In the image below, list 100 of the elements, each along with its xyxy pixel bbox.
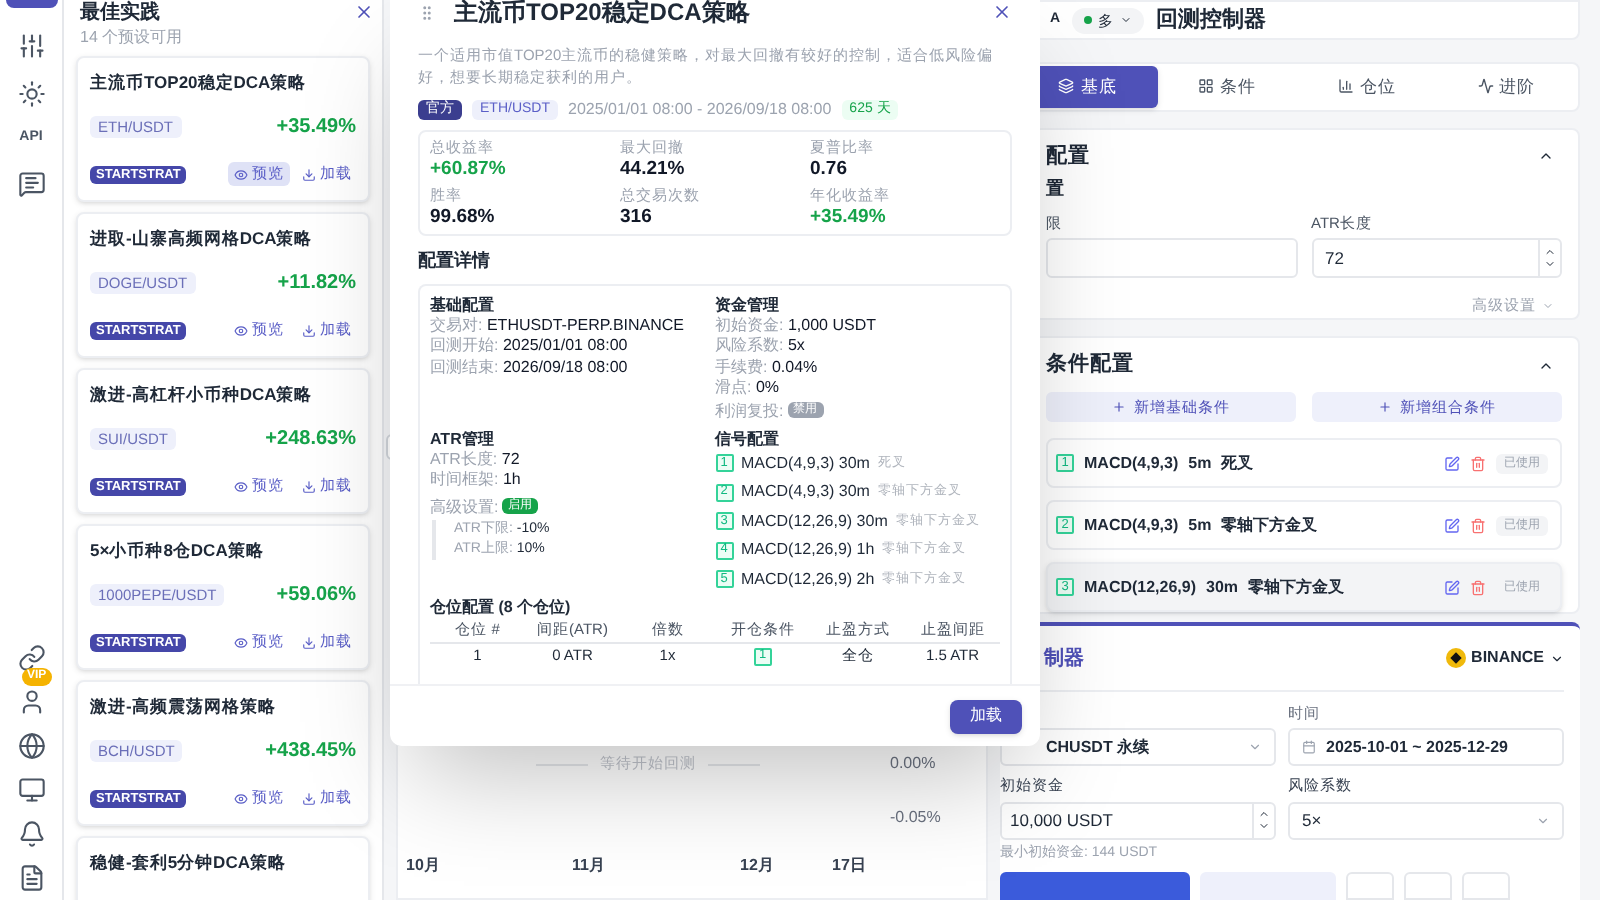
section-title: 配置详情 xyxy=(418,248,492,274)
download-icon xyxy=(302,323,316,337)
bell-icon[interactable] xyxy=(17,820,45,848)
config-row-text: ATR长度: 72 xyxy=(430,449,522,470)
increment-icon[interactable] xyxy=(1258,808,1270,820)
download-icon xyxy=(302,791,316,805)
drawer-title: 最佳实践 xyxy=(80,0,160,26)
chevron-down-icon xyxy=(1536,813,1550,827)
signal-text: MACD(12,26,9) 1h xyxy=(741,538,875,563)
message-icon[interactable] xyxy=(17,169,45,197)
edit-icon[interactable] xyxy=(1444,517,1460,533)
signal-text: MACD(4,9,3) 30m xyxy=(741,480,870,505)
globe-icon[interactable] xyxy=(17,732,45,760)
link-icon[interactable] xyxy=(17,644,45,672)
download-icon xyxy=(302,167,316,181)
drag-handle-icon[interactable] xyxy=(418,3,436,21)
card-title: 制器 xyxy=(1044,645,1084,673)
return-value: +11.82% xyxy=(277,270,356,298)
strategy-card[interactable]: 稳健-套利5分钟DCA策略 xyxy=(76,836,370,900)
signal-text: MACD(4,9,3) 30m xyxy=(741,451,870,476)
load-button[interactable]: 加载 xyxy=(950,699,1022,733)
trash-icon[interactable] xyxy=(1470,579,1486,595)
config-label: 高级设置: xyxy=(430,495,499,517)
eye-icon xyxy=(234,323,248,337)
eye-icon xyxy=(234,635,248,649)
condition-indicator: MACD(4,9,3) xyxy=(1084,513,1179,537)
download-icon xyxy=(302,479,316,493)
document-icon[interactable] xyxy=(17,864,45,892)
config-row-text: 回测结束: 2026/09/18 08:00 xyxy=(430,357,630,378)
x-axis-label: 11月 xyxy=(572,854,607,878)
date-range: 2025/01/01 08:00 - 2026/09/18 08:00 xyxy=(568,98,832,122)
strategy-title: 5×小币种8仓DCA策略 xyxy=(90,540,266,560)
number-field[interactable]: 10,000 USDT xyxy=(1000,801,1276,839)
trash-icon[interactable] xyxy=(1470,517,1486,533)
return-value: +248.63% xyxy=(265,426,356,454)
config-row-text: 初始资金: 1,000 USDT xyxy=(715,315,878,336)
stat-value: 0.76 xyxy=(810,158,849,182)
line-chart-icon xyxy=(1477,78,1494,95)
return-value: +59.06% xyxy=(276,582,356,610)
config-row-text: 滑点: 0% xyxy=(715,378,782,399)
layers-icon xyxy=(1058,78,1075,95)
config-row-text: 风险系数: 5x xyxy=(715,336,807,357)
x-axis-label: 17日 xyxy=(832,854,868,878)
exchange-select[interactable]: BINANCE xyxy=(1445,646,1564,670)
date-range-field[interactable]: 2025-10-01 ~ 2025-12-29 xyxy=(1288,728,1564,767)
signal-text: MACD(12,26,9) 30m xyxy=(741,509,888,534)
y-axis-label: -0.05% xyxy=(890,806,943,830)
number-field[interactable]: 72 xyxy=(1311,238,1562,279)
tab[interactable]: 条件 xyxy=(1157,66,1297,108)
bar-chart-icon xyxy=(1337,78,1354,95)
monitor-icon[interactable] xyxy=(17,776,45,804)
condition-indicator: MACD(4,9,3) xyxy=(1084,451,1179,475)
trash-icon[interactable] xyxy=(1470,455,1486,471)
strategy-title: 稳健-套利5分钟DCA策略 xyxy=(90,852,288,872)
edit-icon[interactable] xyxy=(1444,455,1460,471)
user-icon[interactable] xyxy=(17,688,45,716)
close-icon[interactable] xyxy=(354,2,374,22)
download-icon xyxy=(302,635,316,649)
chevron-down-icon xyxy=(1120,14,1133,27)
card-subtitle: 置 xyxy=(1046,176,1066,203)
condition-signal: 死叉 xyxy=(1221,451,1254,475)
group-title: 仓位配置 (8 个仓位) xyxy=(430,596,573,618)
y-axis-label: 0.00% xyxy=(890,752,938,776)
condition-signal: 零轴下方金叉 xyxy=(1248,575,1345,599)
eye-icon xyxy=(234,791,248,805)
chevron-down-icon xyxy=(1542,299,1554,312)
sun-icon[interactable] xyxy=(17,80,45,108)
chevron-down-icon xyxy=(1550,651,1564,665)
condition-timeframe: 5m xyxy=(1188,451,1212,475)
return-value: +35.49% xyxy=(276,114,356,142)
tab[interactable]: 进阶 xyxy=(1436,66,1576,108)
active-indicator xyxy=(5,0,57,8)
config-row-text: 时间框架: 1h xyxy=(430,470,523,491)
close-icon[interactable] xyxy=(992,2,1012,22)
input-field[interactable] xyxy=(1046,238,1297,279)
config-label: 利润复投: xyxy=(715,399,784,421)
chevron-down-icon xyxy=(1248,740,1262,755)
edit-icon[interactable] xyxy=(1444,579,1460,595)
return-value: +438.45% xyxy=(265,738,356,766)
tab[interactable]: 仓位 xyxy=(1297,66,1437,108)
stat-value: +35.49% xyxy=(810,206,888,230)
calendar-icon xyxy=(1302,740,1316,755)
plus-icon xyxy=(1378,400,1392,414)
stat-value: 316 xyxy=(620,206,654,230)
stat-value: 99.68% xyxy=(430,206,497,230)
increment-icon[interactable] xyxy=(1544,246,1556,259)
group-title: 信号配置 xyxy=(715,427,781,449)
risk-select[interactable]: 5× xyxy=(1288,801,1564,839)
decrement-icon[interactable] xyxy=(1258,820,1270,832)
group-title: ATR管理 xyxy=(430,427,496,449)
group-title: 资金管理 xyxy=(715,293,781,315)
config-row-text: 交易对: ETHUSDT-PERP.BINANCE xyxy=(430,315,687,336)
card-title: 配置 xyxy=(1046,141,1090,172)
panel-title: 回测控制器 xyxy=(1156,5,1267,36)
stat-value: 44.21% xyxy=(620,158,687,182)
exchange-logo-icon xyxy=(1445,648,1466,668)
eye-icon xyxy=(234,167,248,181)
decrement-icon[interactable] xyxy=(1544,258,1556,271)
sliders-icon[interactable] xyxy=(17,32,45,60)
strategy-title: 激进-高频震荡网格策略 xyxy=(90,696,278,716)
